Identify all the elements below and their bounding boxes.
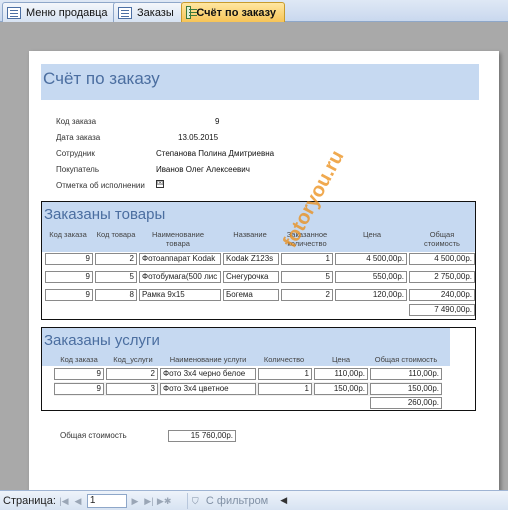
report-page: Счёт по заказу Код заказа 9 Дата заказа … xyxy=(29,51,499,490)
report-icon xyxy=(186,6,198,19)
report-title: Счёт по заказу xyxy=(43,69,160,88)
col-order-code: Код заказа xyxy=(49,230,87,239)
col-item-code: Код товара xyxy=(96,230,136,239)
goods-sum: 7 490,00р. xyxy=(409,304,475,316)
col-service-name: Наименование услуги xyxy=(169,355,247,364)
services-cell-price: 150,00р. xyxy=(314,383,368,395)
goods-cell-qty: 2 xyxy=(281,289,333,301)
goods-cell-price: 120,00р. xyxy=(335,289,407,301)
tab-orders[interactable]: Заказы xyxy=(113,2,183,22)
goods-title: Заказаны товары xyxy=(44,206,166,223)
new-record-icon[interactable]: ▶✱ xyxy=(157,494,171,508)
col-total-cost: Общая стоимость xyxy=(424,230,460,248)
filter-icon: ⛉ xyxy=(191,495,199,506)
record-navigation-bar: Страница: |◀ ◀ 1 ▶ ▶| ▶✱ ⛉ С фильтром ◀ xyxy=(0,490,508,510)
col-price: Цена xyxy=(331,355,351,364)
goods-cell-qty: 1 xyxy=(281,253,333,265)
goods-cell-order: 9 xyxy=(45,271,93,283)
services-cell-code: 2 xyxy=(106,368,158,380)
goods-cell-item: 5 xyxy=(95,271,137,283)
goods-cell-name: Рамка 9х15 xyxy=(139,289,221,301)
buyer-label: Покупатель xyxy=(56,165,99,174)
services-subreport: Заказаны услуги Код заказа Код_услуги На… xyxy=(41,327,476,411)
filter-button[interactable]: ⛉ С фильтром xyxy=(186,492,272,509)
next-page-icon[interactable]: ▶ xyxy=(129,494,141,508)
goods-cell-title: Снегурочка xyxy=(223,271,279,283)
tab-order-invoice[interactable]: Счёт по заказу xyxy=(181,2,285,22)
col-item-name: Наименование товара xyxy=(152,230,204,248)
col-service-code: Код_услуги xyxy=(113,355,153,364)
goods-cell-total: 240,00р. xyxy=(409,289,475,301)
order-date-label: Дата заказа xyxy=(56,133,101,142)
goods-cell-qty: 5 xyxy=(281,271,333,283)
goods-cell-item: 2 xyxy=(95,253,137,265)
services-cell-name: Фото 3х4 черно белое xyxy=(160,368,256,380)
goods-subreport: Заказаны товары Код заказа Код товара На… xyxy=(41,201,476,320)
form-icon xyxy=(118,6,132,19)
col-quantity: Количество xyxy=(263,355,305,364)
previous-page-icon[interactable]: ◀ xyxy=(72,494,84,508)
services-cell-qty: 1 xyxy=(258,368,312,380)
grand-total-label: Общая стоимость xyxy=(60,431,127,440)
services-cell-total: 110,00р. xyxy=(370,368,442,380)
col-order-code: Код заказа xyxy=(60,355,98,364)
order-date-value: 13.05.2015 xyxy=(178,133,219,142)
page-number-input[interactable]: 1 xyxy=(86,493,127,508)
first-page-icon[interactable]: |◀ xyxy=(58,494,70,508)
services-cell-total: 150,00р. xyxy=(370,383,442,395)
tab-label: Счёт по заказу xyxy=(196,6,276,19)
document-tab-bar: Меню продавца Заказы Счёт по заказу xyxy=(0,0,508,22)
goods-cell-item: 8 xyxy=(95,289,137,301)
services-cell-price: 110,00р. xyxy=(314,368,368,380)
scroll-left-icon[interactable]: ◀ xyxy=(280,495,287,506)
col-title: Название xyxy=(233,230,267,239)
tab-label: Меню продавца xyxy=(26,6,108,19)
services-cell-code: 3 xyxy=(106,383,158,395)
page-label: Страница: xyxy=(3,494,56,507)
order-code-label: Код заказа xyxy=(56,117,97,126)
services-title: Заказаны услуги xyxy=(44,332,160,349)
services-cell-name: Фото 3х4 цветное xyxy=(160,383,256,395)
report-preview-area[interactable]: Счёт по заказу Код заказа 9 Дата заказа … xyxy=(0,22,508,490)
goods-cell-price: 550,00р. xyxy=(335,271,407,283)
services-cell-qty: 1 xyxy=(258,383,312,395)
completed-checkbox: ☒ xyxy=(156,180,164,188)
goods-cell-name: Фотоаппарат Kodak xyxy=(139,253,221,265)
goods-cell-title: Kodak Z123s xyxy=(223,253,279,265)
services-cell-order: 9 xyxy=(54,368,104,380)
goods-cell-name: Фотобумага(500 лис xyxy=(139,271,221,283)
employee-value: Степанова Полина Дмитриевна xyxy=(156,149,275,158)
goods-cell-total: 4 500,00р. xyxy=(409,253,475,265)
services-sum: 260,00р. xyxy=(370,397,442,409)
goods-cell-order: 9 xyxy=(45,289,93,301)
tab-label: Заказы xyxy=(137,6,174,19)
goods-cell-order: 9 xyxy=(45,253,93,265)
services-cell-order: 9 xyxy=(54,383,104,395)
completed-label: Отметка об исполнении xyxy=(56,181,145,190)
goods-cell-title: Богема xyxy=(223,289,279,301)
col-total-cost: Общая стоимость xyxy=(374,355,438,364)
form-icon xyxy=(7,6,21,19)
goods-cell-total: 2 750,00р. xyxy=(409,271,475,283)
last-page-icon[interactable]: ▶| xyxy=(143,494,155,508)
goods-cell-price: 4 500,00р. xyxy=(335,253,407,265)
tab-seller-menu[interactable]: Меню продавца xyxy=(2,2,117,22)
buyer-value: Иванов Олег Алексеевич xyxy=(156,165,250,174)
filter-label: С фильтром xyxy=(205,494,269,507)
order-code-value: 9 xyxy=(215,117,220,126)
employee-label: Сотрудник xyxy=(56,149,95,158)
grand-total-value: 15 760,00р. xyxy=(168,430,236,442)
col-price: Цена xyxy=(362,230,382,239)
